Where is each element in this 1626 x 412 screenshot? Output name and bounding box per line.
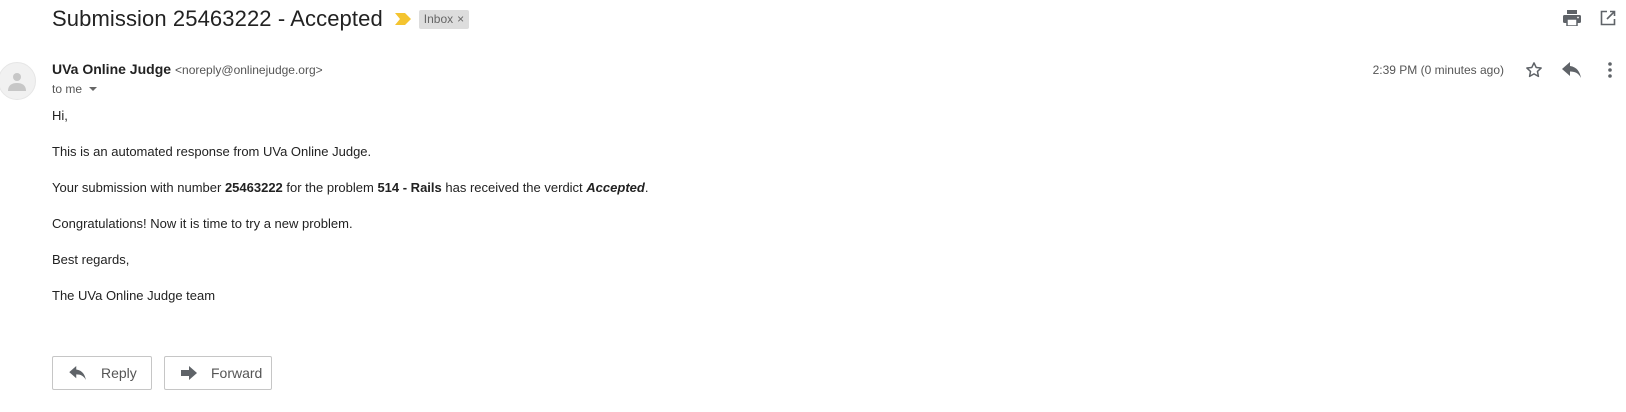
more-vert-icon[interactable] [1600, 60, 1620, 80]
sender-avatar[interactable] [0, 62, 36, 100]
message-timestamp: 2:39 PM (0 minutes ago) [1372, 63, 1504, 77]
message-action-buttons: Reply Forward [52, 356, 272, 390]
email-subject: Submission 25463222 - Accepted [52, 6, 383, 31]
verdict: Accepted [586, 180, 645, 195]
verdict-suffix: . [644, 180, 649, 195]
message-actions [1524, 60, 1620, 80]
open-in-new-window-icon[interactable] [1598, 8, 1618, 28]
greeting-line: Hi, [52, 108, 68, 123]
reply-icon[interactable] [1562, 60, 1582, 80]
congrats-line: Congratulations! Now it is time to try a… [52, 216, 353, 231]
submission-prefix: Your submission with number [52, 180, 225, 195]
forward-icon [181, 366, 197, 380]
message-body: Hi, This is an automated response from U… [52, 108, 648, 324]
verdict-prefix: has received the verdict [441, 180, 587, 195]
problem-name: 514 - Rails [377, 180, 442, 195]
sender-email: <noreply@onlinejudge.org> [175, 63, 323, 77]
submission-number: 25463222 [224, 180, 283, 195]
star-icon[interactable] [1524, 60, 1544, 80]
recipient-details-toggle[interactable]: to me [52, 82, 98, 96]
reply-button-label: Reply [101, 365, 137, 381]
print-icon[interactable] [1562, 8, 1582, 28]
forward-button[interactable]: Forward [164, 356, 272, 390]
sender-name[interactable]: UVa Online Judge [52, 61, 171, 77]
inbox-label-chip: Inbox × [418, 9, 470, 29]
forward-button-label: Forward [211, 365, 263, 381]
signature-line: The UVa Online Judge team [52, 288, 216, 303]
message-meta: 2:39 PM (0 minutes ago) [1373, 60, 1626, 80]
recipient-label: to me [52, 82, 83, 96]
thread-toolbar [1562, 8, 1618, 28]
sender-row: UVa Online Judge <noreply@onlinejudge.or… [52, 61, 323, 77]
reply-icon [69, 366, 87, 380]
intro-line: This is an automated response from UVa O… [52, 144, 372, 159]
inbox-label-text: Inbox [423, 11, 454, 26]
default-person-icon [8, 73, 26, 91]
closing-line: Best regards, [52, 252, 130, 267]
problem-prefix: for the problem [282, 180, 378, 195]
subject-row: Submission 25463222 - Accepted Inbox × [52, 4, 470, 34]
chevron-down-icon [89, 87, 98, 91]
submission-line: Your submission with number 25463222 for… [52, 180, 648, 196]
importance-marker-icon[interactable] [394, 13, 411, 26]
remove-label-button[interactable]: × [457, 12, 464, 26]
email-view: Submission 25463222 - Accepted Inbox × U… [0, 0, 1626, 412]
reply-button[interactable]: Reply [52, 356, 152, 390]
